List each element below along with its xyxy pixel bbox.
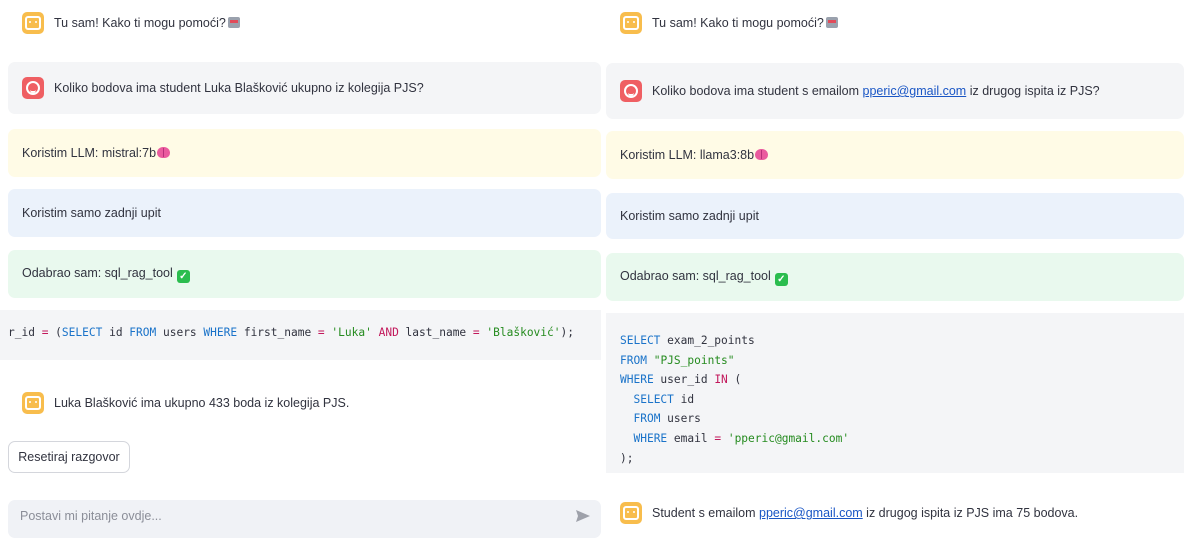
email-link[interactable]: pperic@gmail.com [863,84,967,98]
llm-info-box: Koristim LLM: mistral:7b [8,129,601,177]
bot-icon [22,12,44,34]
bot-icon [620,12,642,34]
assistant-answer-message: Luka Blašković ima ukupno 433 boda iz ko… [8,386,601,420]
check-emoji-icon: ✓ [176,269,190,283]
llm-info-text: Koristim LLM: llama3:8b [620,148,755,162]
assistant-answer-message: Student s emailom pperic@gmail.com iz dr… [606,496,1184,530]
user-icon [22,77,44,99]
answer-text-end: iz drugog ispita iz PJS ima 75 bodova. [862,506,1079,520]
answer-text: Student s emailom [652,506,759,520]
assistant-greeting-message: Tu sam! Kako ti mogu pomoći? [8,6,601,40]
brain-emoji-icon [157,147,171,158]
greeting-text: Tu sam! Kako ti mogu pomoći? [54,16,226,30]
bot-icon [620,502,642,524]
chat-input-container [8,500,601,538]
assistant-greeting-message: Tu sam! Kako ti mogu pomoći? [606,6,1184,40]
chat-input[interactable] [18,508,575,524]
tool-info-text: Odabrao sam: sql_rag_tool [22,265,173,280]
user-icon [620,80,642,102]
right-chat-panel: Tu sam! Kako ti mogu pomoći? Koliko bodo… [606,0,1184,530]
reset-conversation-button[interactable]: Resetiraj razgovor [8,441,130,473]
greeting-text: Tu sam! Kako ti mogu pomoći? [652,16,824,30]
robot-emoji-icon [825,17,838,28]
question-text: Koliko bodova ima student s emailom [652,84,863,98]
question-text: Koliko bodova ima student Luka Blašković… [54,81,424,95]
tool-info-box: Odabrao sam: sql_rag_tool ✓ [8,250,601,298]
robot-emoji-icon [227,17,240,28]
question-text-end: iz drugog ispita iz PJS? [966,84,1100,98]
brain-emoji-icon [755,149,769,160]
tool-info-box: Odabrao sam: sql_rag_tool ✓ [606,253,1184,301]
email-link[interactable]: pperic@gmail.com [759,506,863,520]
answer-text: Luka Blašković ima ukupno 433 boda iz ko… [54,396,350,410]
sql-code-block[interactable]: SELECT exam_2_points FROM "PJS_points" W… [606,313,1184,473]
send-icon[interactable] [575,508,591,524]
context-info-box: Koristim samo zadnji upit [8,189,601,237]
context-info-box: Koristim samo zadnji upit [606,193,1184,239]
context-info-text: Koristim samo zadnji upit [22,206,161,220]
tool-info-text: Odabrao sam: sql_rag_tool [620,268,771,283]
left-chat-panel: Tu sam! Kako ti mogu pomoći? Koliko bodo… [0,0,601,538]
sql-code-block[interactable]: r_id = (SELECT id FROM users WHERE first… [0,310,601,360]
user-question-message: Koliko bodova ima student s emailom pper… [606,63,1184,119]
user-question-message: Koliko bodova ima student Luka Blašković… [8,62,601,114]
context-info-text: Koristim samo zadnji upit [620,209,759,223]
check-emoji-icon: ✓ [774,272,788,286]
llm-info-text: Koristim LLM: mistral:7b [22,146,157,160]
llm-info-box: Koristim LLM: llama3:8b [606,131,1184,179]
bot-icon [22,392,44,414]
